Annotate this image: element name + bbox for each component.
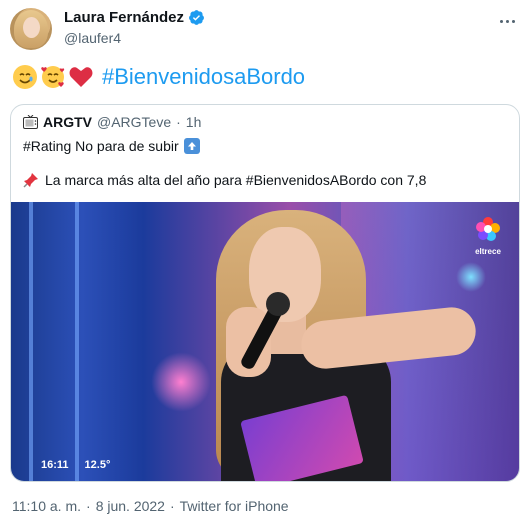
author-avatar[interactable] bbox=[10, 8, 52, 50]
hashtag-link[interactable]: #BienvenidosaBordo bbox=[102, 64, 305, 90]
eltrece-flower-icon bbox=[476, 217, 500, 241]
channel-logo-text: eltrece bbox=[475, 247, 501, 256]
stage-light-stripe bbox=[75, 202, 79, 481]
avatar-face bbox=[23, 17, 40, 38]
smiling-face-with-hearts-icon bbox=[41, 66, 65, 88]
author-name[interactable]: Laura Fernández bbox=[64, 9, 184, 26]
stage-light-glow bbox=[151, 352, 211, 412]
stage-light-stripe bbox=[29, 202, 33, 481]
broadcast-overlay: 16:11 12.5° bbox=[41, 459, 110, 471]
channel-logo: eltrece bbox=[475, 216, 501, 256]
quoted-tweet-card[interactable]: ARGTV @ARGTeve · 1h #Rating No para de s… bbox=[10, 104, 520, 482]
pushpin-icon bbox=[23, 173, 38, 188]
stage-light-glow bbox=[456, 262, 486, 292]
quoted-line-2: La marca más alta del año para #Bienveni… bbox=[23, 172, 426, 188]
author-name-row: Laura Fernández bbox=[64, 9, 205, 26]
author-handle[interactable]: @laufer4 bbox=[64, 30, 121, 46]
smiling-face-with-tear-icon bbox=[13, 65, 37, 89]
up-arrow-icon bbox=[183, 138, 200, 154]
quoted-author-handle[interactable]: @ARGTeve bbox=[97, 114, 171, 130]
television-icon bbox=[23, 115, 38, 129]
broadcast-time: 16:11 bbox=[41, 459, 69, 471]
more-options-icon[interactable] bbox=[496, 10, 518, 32]
quoted-header: ARGTV @ARGTeve · 1h bbox=[23, 114, 201, 130]
microphone-head bbox=[266, 292, 290, 316]
quoted-author-name[interactable]: ARGTV bbox=[43, 114, 92, 130]
tweet-text: #BienvenidosaBordo bbox=[12, 64, 305, 90]
quoted-line-2-text: La marca más alta del año para #Bienveni… bbox=[45, 172, 427, 188]
quoted-timestamp[interactable]: 1h bbox=[186, 114, 202, 130]
broadcast-temperature: 12.5° bbox=[84, 459, 111, 471]
quoted-separator: · bbox=[176, 114, 181, 130]
quoted-line-1: #Rating No para de subir bbox=[23, 138, 200, 154]
verified-badge-icon bbox=[189, 10, 204, 25]
quoted-line-1-text: #Rating No para de subir bbox=[23, 138, 179, 154]
red-heart-icon bbox=[69, 67, 93, 87]
quoted-media-image[interactable]: eltrece 16:11 12.5° bbox=[11, 202, 519, 481]
